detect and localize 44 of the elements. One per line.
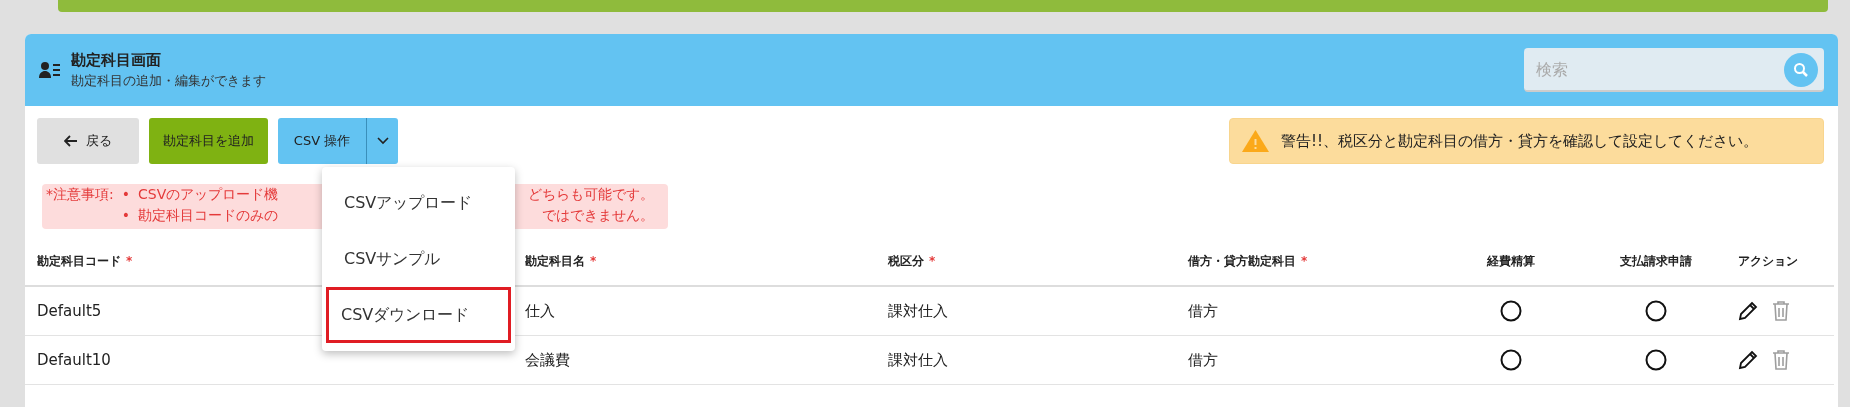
required-mark: *	[929, 254, 936, 268]
table-cell: 借方	[1188, 350, 1218, 370]
search-field[interactable]: 検索	[1524, 48, 1824, 92]
table-cell: 課対仕入	[888, 350, 948, 370]
page-title: 勘定科目画面	[71, 50, 162, 70]
arrow-left-icon	[64, 135, 78, 147]
column-header: アクション	[1738, 252, 1798, 270]
table-cell: 会議費	[525, 350, 570, 370]
dropdown-toggle-button[interactable]	[366, 118, 398, 164]
bullet-dot: •	[121, 207, 130, 225]
table-cell: Default10	[37, 351, 111, 369]
column-header: 支払請求申請	[1620, 252, 1692, 270]
notice-text: 勘定科目コードのみの	[138, 207, 278, 225]
column-header: 勘定科目名	[525, 252, 585, 270]
required-mark: *	[590, 254, 597, 268]
column-header: 税区分	[888, 252, 924, 270]
bullet-dot: •	[121, 186, 130, 204]
menu-item[interactable]: CSVダウンロード	[326, 287, 511, 343]
notice-text: ではできません。	[542, 207, 654, 225]
menu-item[interactable]: CSVサンプル	[326, 231, 511, 287]
back-button[interactable]: 戻る	[37, 118, 139, 164]
column-header: 経費精算	[1487, 252, 1535, 270]
table-cell: 仕入	[525, 301, 555, 321]
column-header: 勘定科目コード	[37, 252, 121, 270]
notice-text: CSVのアップロード機	[138, 186, 279, 204]
edit-icon[interactable]	[1738, 301, 1758, 321]
csv-actions-button[interactable]: CSV 操作	[278, 118, 366, 164]
table-cell: Default5	[37, 302, 102, 320]
column-header: 借方・貸方勘定科目	[1188, 252, 1296, 270]
page-subtitle: 勘定科目の追加・編集ができます	[71, 72, 267, 90]
required-mark: *	[126, 254, 133, 268]
user-list-icon	[39, 61, 61, 79]
notice-label: *注意事項:	[46, 186, 114, 204]
edit-icon[interactable]	[1738, 350, 1758, 370]
add-account-button[interactable]: 勘定科目を追加	[149, 118, 268, 164]
menu-item[interactable]: CSVアップロード	[326, 175, 511, 231]
table-cell: 借方	[1188, 301, 1218, 321]
warning-text: 警告!!、税区分と勘定科目の借方・貸方を確認して設定してください。	[1281, 131, 1759, 151]
required-mark: *	[1301, 254, 1308, 268]
warning-icon	[1242, 130, 1269, 152]
chevron-down-icon	[376, 137, 389, 145]
notice-text: どちらも可能です。	[528, 186, 654, 204]
search-icon	[1793, 62, 1809, 78]
table-cell: 課対仕入	[888, 301, 948, 321]
